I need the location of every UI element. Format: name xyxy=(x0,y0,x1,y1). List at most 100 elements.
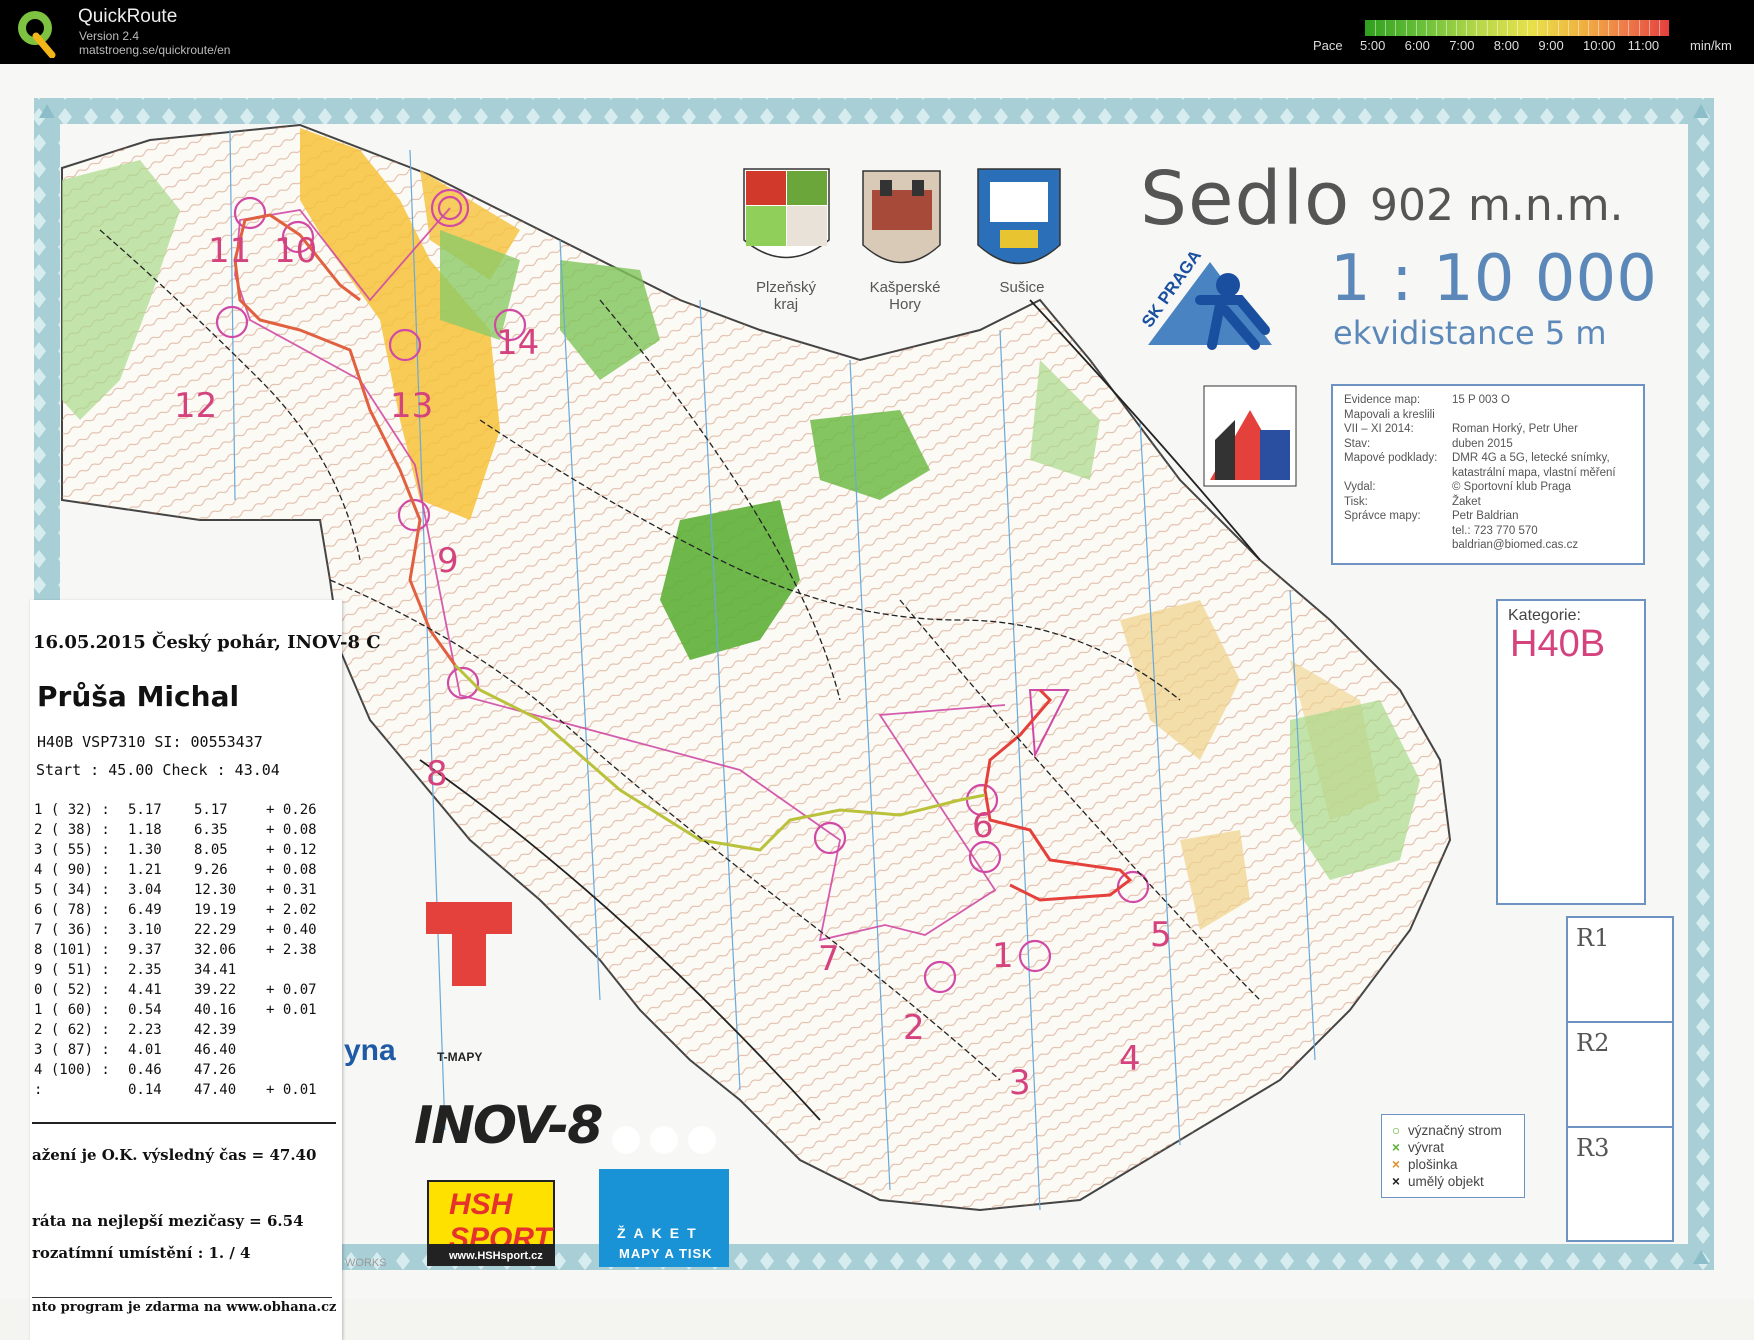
legend-label: význačný strom xyxy=(1408,1123,1502,1138)
zaket-suns-icon xyxy=(612,1126,716,1154)
split-ctrl: 3 ( 55) : xyxy=(34,842,110,858)
control-number-1: 1 xyxy=(992,936,1014,976)
quickroute-logo-icon xyxy=(18,11,56,58)
zaket-logo-subtext: MAPY A TISK xyxy=(619,1246,713,1261)
app-url[interactable]: matstroeng.se/quickroute/en xyxy=(79,43,230,57)
legend-item: × umělý objekt xyxy=(1392,1174,1484,1189)
pace-label: Pace xyxy=(1313,38,1343,53)
info-value: baldrian@biomed.cas.cz xyxy=(1452,539,1579,551)
coat-label-kasperske-hory: Kašperské Hory xyxy=(869,279,941,313)
pace-scale-tick xyxy=(1648,20,1650,36)
legend-item: × plošinka xyxy=(1392,1157,1458,1172)
info-key: Tisk: xyxy=(1344,495,1368,508)
pace-scale-tick xyxy=(1405,20,1407,36)
coat-of-arms-susice-icon xyxy=(977,168,1061,265)
coat-of-arms-plzen-icon xyxy=(743,168,830,259)
split-total: 9.26 xyxy=(194,862,228,878)
pace-scale-tick xyxy=(1537,20,1539,36)
sponsor-tmapy-label: T-MAPY xyxy=(437,1050,483,1064)
info-value: tel.: 723 770 570 xyxy=(1452,524,1538,537)
map-contour-interval: ekvidistance 5 m xyxy=(1333,314,1607,352)
pace-scale-tick xyxy=(1527,20,1529,36)
coat-label-plzen: Plzeňský kraj xyxy=(755,279,817,313)
split-ctrl: 8 (101) : xyxy=(34,942,110,958)
split-split: 2.23 xyxy=(128,1022,162,1038)
category-value: H40B xyxy=(1510,623,1606,665)
control-number-7: 7 xyxy=(818,939,840,979)
split-total: 32.06 xyxy=(194,942,237,958)
hsh-url: www.HSHsport.cz xyxy=(449,1250,543,1262)
info-key: Mapové podklady: xyxy=(1344,452,1438,464)
legend-label: vývrat xyxy=(1408,1140,1445,1155)
info-key: Evidence map: xyxy=(1344,394,1421,406)
pace-scale-tick xyxy=(1608,20,1610,36)
slip-result-ok: ažení je O.K. výsledný čas = 47.40 xyxy=(32,1146,317,1164)
pace-scale-tick xyxy=(1618,20,1620,36)
split-split: 6.49 xyxy=(128,902,162,918)
zaket-logo-text: ŽAKET xyxy=(617,1225,704,1241)
slip-footer: nto program je zdarma na www.obhana.cz xyxy=(32,1300,337,1315)
map-altitude: 902 m.n.m. xyxy=(1370,180,1624,231)
coat-of-arms-kasperske-hory-icon xyxy=(862,170,941,264)
pace-tick-label: 9:00 xyxy=(1538,38,1564,53)
relay-box-r3: R3 xyxy=(1566,1126,1674,1242)
split-ctrl: 3 ( 87) : xyxy=(34,1042,110,1058)
control-number-9: 9 xyxy=(437,541,459,581)
split-loss: + 0.07 xyxy=(266,982,317,998)
slip-divider xyxy=(32,1297,332,1298)
slip-placing: rozatímní umístění : 1. / 4 xyxy=(32,1244,251,1262)
split-total: 8.05 xyxy=(194,842,228,858)
control-number-14: 14 xyxy=(496,323,540,363)
split-ctrl: 5 ( 34) : xyxy=(34,882,110,898)
split-ctrl: : xyxy=(34,1082,43,1098)
split-ctrl: 4 (100) : xyxy=(34,1062,110,1078)
map-legend: ○ význačný strom × vývrat × plošinka × umělý ob… xyxy=(1381,1114,1525,1198)
legend-item: ○ význačný strom xyxy=(1392,1123,1502,1138)
map-border-right xyxy=(1688,98,1714,1270)
split-ctrl: 2 ( 38) : xyxy=(34,822,110,838)
pace-scale-tick xyxy=(1435,20,1437,36)
info-value: 15 P 003 O xyxy=(1452,394,1510,406)
legend-item: × vývrat xyxy=(1392,1140,1444,1155)
legend-label: umělý objekt xyxy=(1408,1174,1484,1189)
control-number-6: 6 xyxy=(972,806,994,846)
info-value: duben 2015 xyxy=(1452,437,1513,450)
pace-tick-label: 6:00 xyxy=(1404,38,1430,53)
split-ctrl: 6 ( 78) : xyxy=(34,902,110,918)
split-split: 1.30 xyxy=(128,842,162,858)
sponsor-partial-text: yna xyxy=(344,1034,396,1067)
info-key: VII – XI 2014: xyxy=(1344,423,1414,435)
sponsor-works-text: WORKS xyxy=(345,1257,387,1269)
split-split: 0.54 xyxy=(128,1002,162,1018)
control-number-13: 13 xyxy=(390,386,434,426)
legend-symbol-icon: × xyxy=(1392,1157,1400,1172)
sponsor-hsh-logo: HSH SPORT www.HSHsport.cz xyxy=(427,1180,555,1266)
pace-scale-tick xyxy=(1415,20,1417,36)
pace-scale-tick xyxy=(1598,20,1600,36)
info-value: Petr Baldrian xyxy=(1452,510,1519,522)
split-total: 39.22 xyxy=(194,982,237,998)
info-key: Mapovali a kreslili xyxy=(1344,408,1435,421)
legend-symbol-icon: ○ xyxy=(1392,1123,1401,1138)
split-total: 34.41 xyxy=(194,962,237,978)
split-loss: + 0.08 xyxy=(266,822,317,838)
split-total: 6.35 xyxy=(194,822,228,838)
pace-tick-label: 10:00 xyxy=(1583,38,1616,53)
split-split: 5.17 xyxy=(128,802,162,818)
control-number-2: 2 xyxy=(903,1008,925,1048)
pace-tick-label: 11:00 xyxy=(1627,38,1660,53)
pace-tick-label: 7:00 xyxy=(1449,38,1475,53)
control-number-8: 8 xyxy=(426,754,448,794)
pace-scale-tick xyxy=(1638,20,1640,36)
split-loss: + 2.02 xyxy=(266,902,317,918)
orienteering-map[interactable]: Sedlo 902 m.n.m. 1 : 10 000 ekvidistance… xyxy=(0,64,1754,1340)
legend-symbol-icon: × xyxy=(1392,1140,1400,1155)
split-total: 46.40 xyxy=(194,1042,237,1058)
category-box: Kategorie: H40B xyxy=(1496,599,1646,905)
split-loss: + 0.01 xyxy=(266,1082,317,1098)
pace-unit: min/km xyxy=(1690,38,1732,53)
split-loss: + 0.40 xyxy=(266,922,317,938)
split-loss: + 0.08 xyxy=(266,862,317,878)
map-scale: 1 : 10 000 xyxy=(1330,242,1657,316)
split-split: 4.01 xyxy=(128,1042,162,1058)
